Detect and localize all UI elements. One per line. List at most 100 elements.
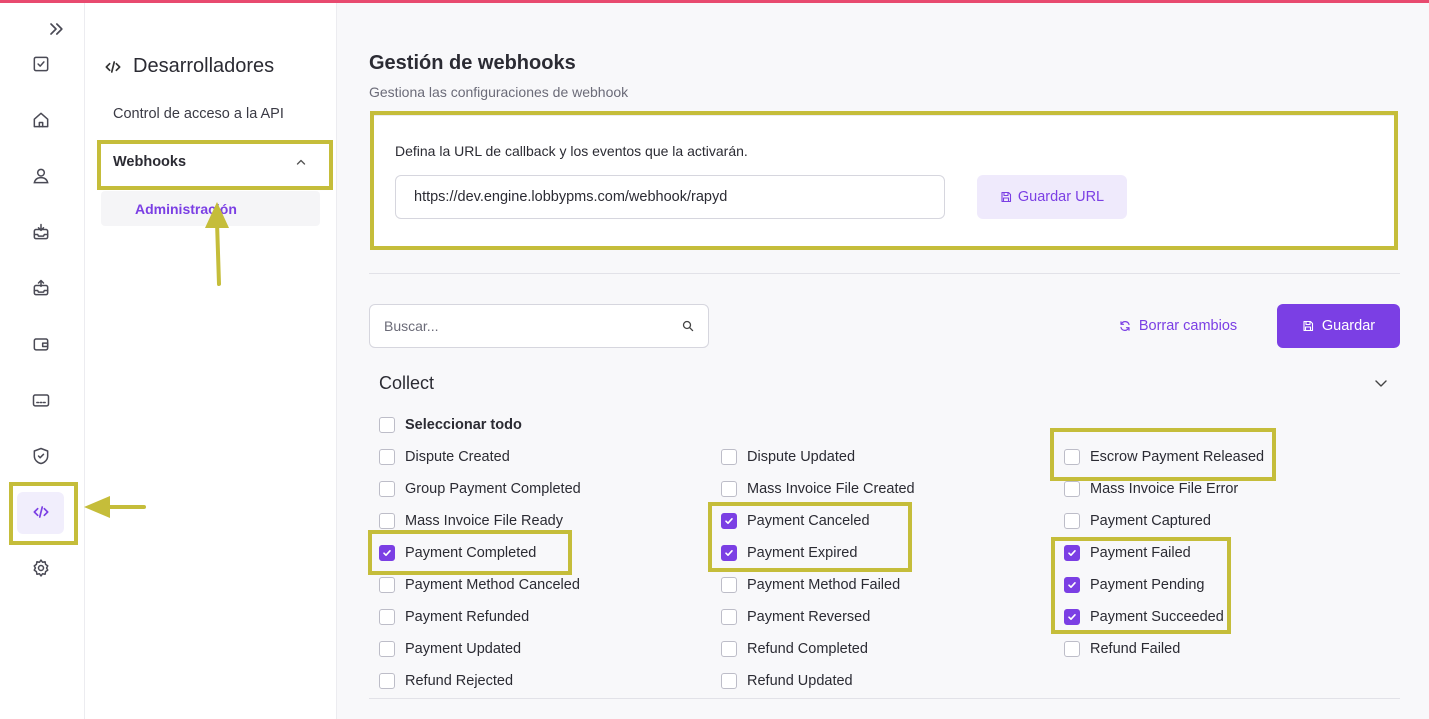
code-icon [105, 60, 121, 73]
event-checkbox[interactable]: Payment Refunded [379, 601, 529, 633]
checkbox-unchecked[interactable] [379, 481, 395, 497]
subnav-group-webhooks[interactable]: Webhooks [101, 141, 319, 183]
checkbox-unchecked[interactable] [721, 481, 737, 497]
save-icon [1303, 320, 1313, 332]
shield-check-icon[interactable] [28, 443, 54, 469]
checkbox-checked[interactable] [1064, 577, 1080, 593]
event-checkbox[interactable]: Mass Invoice File Error [1064, 473, 1238, 505]
reset-changes-button[interactable]: Borrar cambios [1113, 304, 1243, 348]
checkbox-unchecked[interactable] [379, 513, 395, 529]
checkbox-unchecked[interactable] [379, 673, 395, 689]
event-checkbox[interactable]: Payment Updated [379, 633, 521, 665]
subnav-item-administracion[interactable]: Administración [101, 191, 320, 226]
subnav-group-label: Webhooks [113, 154, 187, 170]
checkbox-unchecked[interactable] [721, 641, 737, 657]
checkbox-unchecked[interactable] [721, 449, 737, 465]
event-label: Mass Invoice File Error [1090, 481, 1239, 497]
checkbox-unchecked[interactable] [721, 609, 737, 625]
event-checkbox[interactable]: Refund Updated [721, 665, 853, 697]
subnav-header: Desarrolladores [103, 55, 274, 78]
event-row: Dispute Created Dispute Updated Escrow Pay… [379, 441, 1409, 473]
event-checkbox[interactable]: Refund Failed [1064, 633, 1180, 665]
callback-url-label: Defina la URL de callback y los eventos … [395, 143, 748, 159]
event-checkbox[interactable]: Payment Completed [379, 537, 536, 569]
search-input[interactable] [370, 305, 670, 347]
checkbox-unchecked[interactable] [1064, 513, 1080, 529]
user-icon[interactable] [28, 163, 54, 189]
event-checkbox[interactable]: Payment Captured [1064, 505, 1211, 537]
section-title-collect: Collect [379, 373, 435, 393]
select-all-row: Seleccionar todo [379, 409, 1409, 441]
card-icon[interactable] [28, 387, 54, 413]
home-icon[interactable] [28, 107, 54, 133]
callback-url-input[interactable] [395, 175, 945, 219]
event-row: Payment Completed Payment Expired Payment … [379, 537, 1409, 569]
event-checkbox[interactable]: Refund Rejected [379, 665, 513, 697]
event-row: Group Payment Completed Mass Invoice File… [379, 473, 1409, 505]
checkbox-unchecked[interactable] [379, 609, 395, 625]
event-row: Payment Updated Refund Completed Refund Fa… [379, 633, 1409, 665]
select-all-checkbox[interactable]: Seleccionar todo [379, 409, 522, 441]
event-checkbox[interactable]: Payment Succeeded [1064, 601, 1224, 633]
event-label: Payment Succeeded [1090, 609, 1224, 625]
event-label: Refund Rejected [405, 673, 514, 689]
event-checkbox[interactable]: Payment Failed [1064, 537, 1191, 569]
checkbox-unchecked[interactable] [379, 641, 395, 657]
checkbox-icon[interactable] [28, 51, 54, 77]
event-checkbox[interactable]: Payment Reversed [721, 601, 870, 633]
save-button[interactable]: Guardar [1277, 304, 1400, 348]
event-label: Refund Failed [1090, 641, 1181, 657]
event-checkbox[interactable]: Payment Expired [721, 537, 857, 569]
checkbox-checked[interactable] [721, 545, 737, 561]
page-subtitle: Gestiona las configuraciones de webhook [369, 84, 629, 100]
checkbox-unchecked[interactable] [1064, 641, 1080, 657]
event-label: Mass Invoice File Created [747, 481, 915, 497]
checkbox-box[interactable] [379, 417, 395, 433]
event-label: Payment Updated [405, 641, 522, 657]
checkbox-checked[interactable] [1064, 545, 1080, 561]
code-icon[interactable] [28, 499, 54, 525]
event-label: Payment Expired [747, 545, 858, 561]
checkbox-checked[interactable] [1064, 609, 1080, 625]
search-box [369, 304, 709, 348]
event-checkbox[interactable]: Refund Completed [721, 633, 868, 665]
event-label: Refund Updated [747, 673, 853, 689]
checkbox-unchecked[interactable] [1064, 449, 1080, 465]
event-checkbox[interactable]: Dispute Created [379, 441, 510, 473]
checkbox-checked[interactable] [379, 545, 395, 561]
bottom-divider [369, 698, 1400, 699]
event-checkbox[interactable]: Payment Method Failed [721, 569, 900, 601]
save-url-button[interactable]: Guardar URL [977, 175, 1127, 219]
event-checkbox[interactable]: Group Payment Completed [379, 473, 581, 505]
checkbox-checked[interactable] [721, 513, 737, 529]
event-label: Mass Invoice File Ready [405, 513, 563, 529]
checkbox-unchecked[interactable] [721, 577, 737, 593]
subnav-child-label: Administración [135, 200, 237, 217]
event-checkbox[interactable]: Mass Invoice File Created [721, 473, 915, 505]
checkbox-unchecked[interactable] [721, 673, 737, 689]
event-row: Mass Invoice File Ready Payment Canceled P… [379, 505, 1409, 537]
page-title: Gestión de webhooks [369, 52, 576, 74]
event-checkbox[interactable]: Mass Invoice File Ready [379, 505, 563, 537]
inbox-out-icon[interactable] [28, 275, 54, 301]
event-label: Payment Reversed [747, 609, 871, 625]
chevron-down-icon[interactable] [1373, 375, 1389, 391]
checkbox-unchecked[interactable] [1064, 481, 1080, 497]
checkbox-unchecked[interactable] [379, 577, 395, 593]
developers-subnav: Desarrolladores Control de acceso a la A… [85, 3, 337, 719]
event-checkbox[interactable]: Payment Pending [1064, 569, 1204, 601]
checkbox-unchecked[interactable] [379, 449, 395, 465]
save-label: Guardar [1321, 318, 1376, 334]
inbox-in-icon[interactable] [28, 219, 54, 245]
subnav-item-api-access[interactable]: Control de acceso a la API [113, 106, 284, 122]
event-label: Payment Pending [1090, 577, 1205, 593]
event-checkbox[interactable]: Payment Canceled [721, 505, 870, 537]
event-checkbox[interactable]: Escrow Payment Released [1064, 441, 1264, 473]
event-row: Payment Method Canceled Payment Method Fa… [379, 569, 1409, 601]
gear-icon[interactable] [28, 555, 54, 581]
chevrons-right-icon[interactable] [44, 17, 68, 41]
event-checkbox[interactable]: Dispute Updated [721, 441, 855, 473]
search-icon[interactable] [682, 320, 694, 332]
event-checkbox[interactable]: Payment Method Canceled [379, 569, 580, 601]
wallet-icon[interactable] [28, 331, 54, 357]
